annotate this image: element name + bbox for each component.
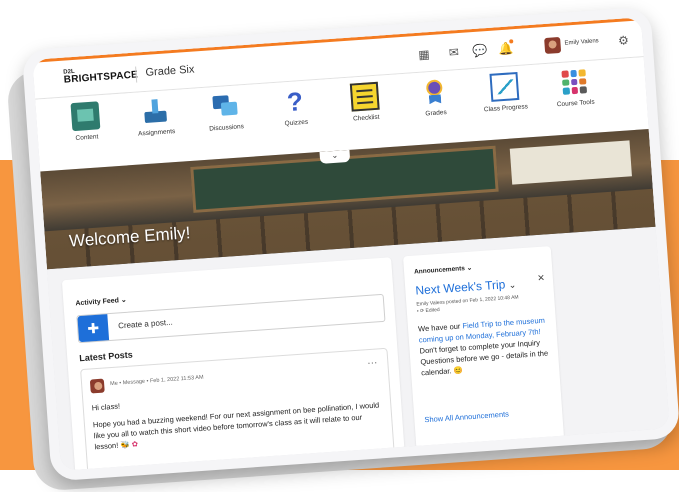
nav-item-discussions[interactable]: Discussions <box>189 90 262 134</box>
notification-dot <box>509 39 514 44</box>
chevron-down-icon: ⌄ <box>466 264 473 272</box>
create-post-placeholder[interactable]: Create a post... <box>118 318 173 331</box>
banner-collapse-chevron-icon[interactable]: ⌄ <box>319 149 351 164</box>
announcements-card: Announcements ⌄ Next Week's Trip ⌄ ✕ Emi… <box>402 246 565 456</box>
brightspace-logo[interactable]: D2L BRIGHTSPACE <box>63 64 138 86</box>
post-body: Hope you had a buzzing weekend! For our … <box>93 399 385 452</box>
announcements-dropdown[interactable]: Announcements ⌄ <box>414 264 473 276</box>
chevron-down-icon: ⌄ <box>120 296 128 305</box>
nav-item-class-progress[interactable]: Class Progress <box>469 71 542 115</box>
nav-label-content: Content <box>75 133 99 142</box>
nav-item-assignments[interactable]: Assignments <box>119 95 192 139</box>
activity-feed-label: Activity Feed <box>75 297 120 308</box>
edited-icon: • ⟳ <box>416 307 426 315</box>
update-alerts-bell-icon[interactable]: 🔔 <box>496 39 515 58</box>
post-card: Me • Message • Feb 1, 2022 11:53 AM ··· … <box>80 347 396 471</box>
content-icon <box>70 101 101 132</box>
announcement-edited-text: Edited <box>425 306 440 314</box>
announcement-body-after: Don't forget to complete your Inquiry Qu… <box>419 338 549 378</box>
nav-label-checklist: Checklist <box>352 113 380 123</box>
class-progress-icon <box>489 71 520 102</box>
tablet-device: D2L BRIGHTSPACE Grade Six ▦ ✉ 💬 🔔 Emily … <box>21 6 679 482</box>
user-avatar[interactable] <box>544 36 562 54</box>
subscription-alerts-icon[interactable]: 💬 <box>470 41 489 60</box>
nav-label-course-tools: Course Tools <box>556 98 595 109</box>
course-title[interactable]: Grade Six <box>145 64 195 79</box>
chevron-down-icon: ⌄ <box>508 279 517 291</box>
add-post-plus-icon[interactable]: ✚ <box>77 314 110 343</box>
announcement-body-before: We have our <box>417 321 463 334</box>
smile-emoji-icon: 😊 <box>453 365 464 376</box>
lms-screen: D2L BRIGHTSPACE Grade Six ▦ ✉ 💬 🔔 Emily … <box>32 17 670 471</box>
checklist-icon <box>349 81 380 112</box>
announcement-title-text: Next Week's Trip <box>414 277 506 298</box>
nav-item-checklist[interactable]: Checklist <box>329 80 402 124</box>
post-meta: Me • Message • Feb 1, 2022 11:53 AM <box>109 374 204 388</box>
announcement-title[interactable]: Next Week's Trip ⌄ <box>414 277 517 298</box>
nav-label-discussions: Discussions <box>209 123 245 133</box>
discussions-icon <box>210 92 240 122</box>
nav-item-content[interactable]: Content <box>50 100 123 144</box>
grades-icon <box>420 77 450 107</box>
nav-item-quizzes[interactable]: ? Quizzes <box>259 85 332 129</box>
nav-label-quizzes: Quizzes <box>284 118 309 128</box>
activity-feed-dropdown[interactable]: Activity Feed ⌄ <box>75 296 127 308</box>
close-icon[interactable]: ✕ <box>537 273 545 284</box>
latest-posts-heading: Latest Posts <box>78 349 134 364</box>
nav-item-grades[interactable]: Grades <box>399 75 472 119</box>
post-greeting: Hi class! <box>91 401 121 413</box>
message-alerts-icon[interactable]: ✉ <box>444 43 463 62</box>
announcement-body: We have our Field Trip to the museum com… <box>418 314 554 378</box>
quizzes-icon: ? <box>285 86 304 118</box>
settings-gear-icon[interactable]: ⚙ <box>614 31 633 50</box>
assignments-icon <box>140 96 170 126</box>
course-tools-icon <box>559 67 589 97</box>
flower-emoji-icon: ✿ <box>131 439 139 449</box>
post-more-options-icon[interactable]: ··· <box>367 357 378 369</box>
bee-emoji-icon: 🐝 <box>120 439 130 450</box>
user-name[interactable]: Emily Valens <box>564 38 599 46</box>
nav-item-course-tools[interactable]: Course Tools <box>538 66 611 110</box>
show-all-announcements-link[interactable]: Show All Announcements <box>424 409 509 424</box>
activity-feed-card: Activity Feed ⌄ ✚ Create a post... Lates… <box>61 257 405 471</box>
banner-poster-image <box>509 140 632 185</box>
course-selector-grid-icon[interactable]: ▦ <box>414 45 433 64</box>
post-author-avatar <box>89 378 105 394</box>
announcements-label: Announcements <box>413 265 466 276</box>
nav-label-class-progress: Class Progress <box>483 103 529 114</box>
nav-label-grades: Grades <box>425 109 447 118</box>
nav-label-assignments: Assignments <box>137 127 176 138</box>
